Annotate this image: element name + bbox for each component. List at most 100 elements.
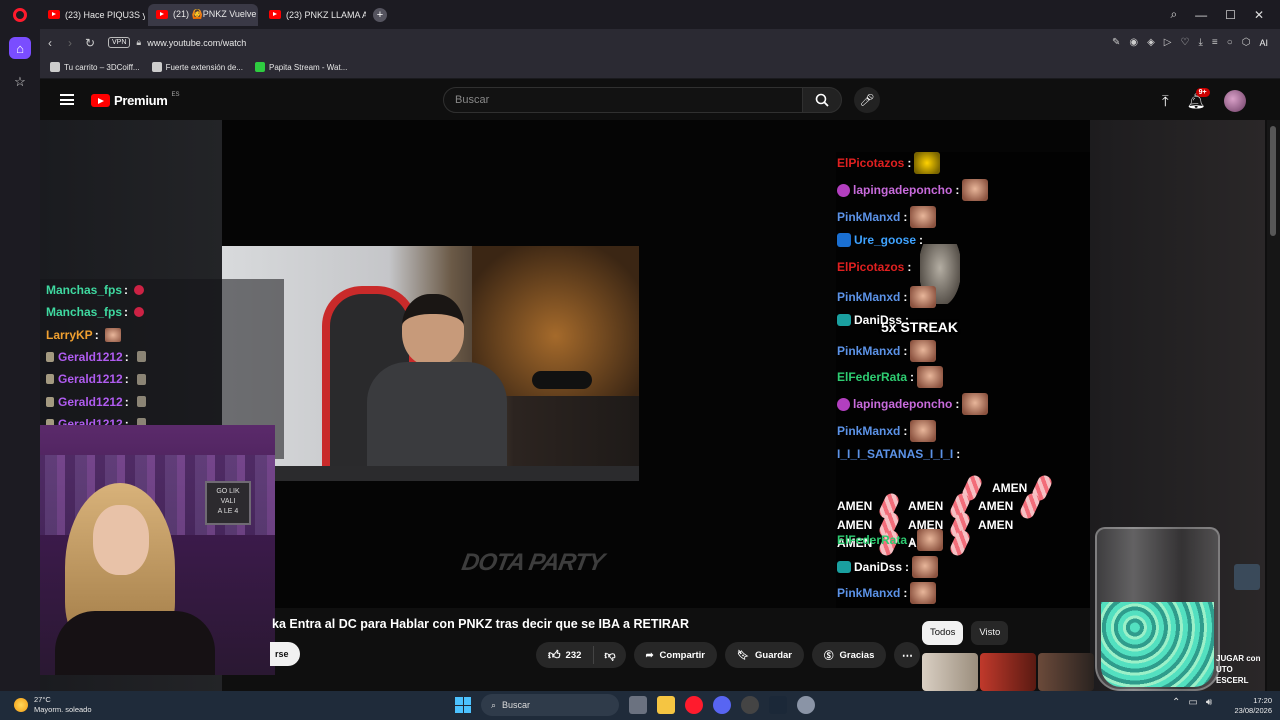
bookmark-icon: 🔖︎ — [736, 649, 750, 661]
page-scrollbar[interactable] — [1267, 120, 1280, 691]
url-field[interactable]: www.youtube.com/watch — [147, 38, 246, 48]
star-icon[interactable]: ☆ — [9, 71, 31, 93]
weather-widget[interactable]: 27°C Mayorm. soleado — [14, 695, 92, 715]
camera-icon[interactable]: ◉ — [1129, 37, 1138, 48]
chat-message: I_I_I_SATANAS_I_I_I: — [837, 447, 960, 461]
search-button[interactable] — [802, 87, 842, 113]
header-actions: ⤒ 🔔︎ 9+ — [1162, 88, 1246, 112]
chat-emote-icon — [136, 351, 146, 363]
like-dislike-group: 👍︎ 232 👎︎ — [536, 642, 626, 668]
browser-tab[interactable]: (23) PNKZ LLAMA A SU VI — [261, 4, 366, 26]
upload-icon[interactable]: ⤒ — [1162, 93, 1169, 110]
youtube-logo[interactable]: Premium ES — [91, 91, 180, 108]
chat-badge-icon — [837, 233, 851, 247]
search-input[interactable]: Buscar — [443, 87, 803, 113]
subscribe-button[interactable]: rse — [270, 642, 300, 666]
reload-icon[interactable]: ↻ — [80, 36, 100, 50]
more-dots-icon: ⋯ — [901, 649, 913, 662]
task-view-icon[interactable] — [629, 696, 647, 714]
play-icon[interactable]: ▷ — [1164, 37, 1172, 48]
tray-chevron-icon[interactable]: ⌃ — [1172, 697, 1180, 708]
minimize-icon[interactable]: — — [1195, 8, 1207, 22]
lock-icon[interactable]: 🔒︎ — [136, 37, 141, 48]
video-actions: 👍︎ 232 👎︎ ➦ Compartir 🔖︎ Guardar Ⓢ Gracias … — [536, 642, 921, 668]
chat-emote-icon — [910, 582, 937, 604]
steam-icon[interactable] — [769, 696, 787, 714]
recommended-thumbnail[interactable] — [980, 653, 1036, 691]
chat-message: Gerald1212 : — [46, 350, 146, 364]
tab-search-icon[interactable]: ⌕ — [1170, 7, 1177, 22]
thanks-button[interactable]: Ⓢ Gracias — [811, 642, 887, 668]
chatgpt-icon[interactable] — [741, 696, 759, 714]
video-player[interactable]: DOTA PARTY 5x STREAK AMEN AMEN AMEN AMEN AME… — [222, 120, 1090, 608]
chip-todos[interactable]: Todos — [922, 621, 964, 645]
taskbar-search[interactable]: ⌕ Buscar — [481, 694, 619, 716]
chat-username: ElPicotazos — [837, 156, 905, 170]
chat-message: PinkManxd: — [837, 420, 937, 442]
bookmark-item[interactable]: Tu carrito – 3DCoiff... — [50, 62, 140, 72]
recommended-thumbnail[interactable] — [1038, 653, 1094, 691]
dislike-button[interactable]: 👎︎ — [594, 649, 625, 662]
chat-username: Gerald1212 — [58, 372, 123, 387]
voice-search-icon[interactable]: 🎤︎ — [854, 87, 880, 113]
glass-contents — [1101, 602, 1214, 687]
chat-emote-icon — [962, 179, 989, 201]
heart-icon[interactable]: ♡ — [1180, 37, 1189, 48]
youtube-header: Premium ES Buscar 🎤︎ ⤒ 🔔︎ 9+ — [40, 80, 1280, 120]
ai-button[interactable]: AI — [1259, 38, 1268, 48]
vpn-badge[interactable]: VPN — [108, 37, 131, 48]
volume-icon[interactable]: 🔊︎ — [1206, 697, 1212, 708]
close-icon[interactable]: ✕ — [1254, 8, 1264, 22]
like-button[interactable]: 👍︎ 232 — [536, 646, 595, 664]
chat-badge-icon — [837, 183, 850, 197]
profile-icon[interactable]: ○ — [1227, 37, 1233, 48]
youtube-region-code: ES — [171, 91, 180, 98]
side-thumbnail[interactable] — [1234, 564, 1260, 590]
discord-icon[interactable] — [713, 696, 731, 714]
chat-colon: : — [124, 394, 129, 409]
avatar[interactable] — [1223, 90, 1246, 112]
browser-tab-label: (23) PNKZ LLAMA A SU VI — [286, 9, 366, 20]
save-button[interactable]: 🔖︎ Guardar — [724, 642, 804, 668]
opera-browser-icon[interactable] — [685, 696, 703, 714]
hamburger-menu-icon[interactable] — [60, 94, 74, 105]
bookmark-item[interactable]: Papita Stream - Wat... — [254, 62, 348, 72]
download-icon[interactable]: ⤓ — [1198, 37, 1202, 48]
monitor-icon[interactable]: ▭ — [1188, 697, 1197, 708]
weather-text: 27°C Mayorm. soleado — [34, 695, 92, 715]
more-actions-button[interactable]: ⋯ — [894, 642, 921, 668]
new-tab-button[interactable]: + — [373, 7, 387, 22]
scrollbar-thumb[interactable] — [1270, 126, 1276, 236]
back-icon[interactable]: ‹ — [40, 36, 60, 50]
browser-tab-bar: (23) Hace PIQU3S y... (21) 🙆PNKZ Vuelve c… — [0, 0, 1280, 29]
bookmark-item[interactable]: Fuerte extensión de... — [151, 62, 243, 72]
file-explorer-icon[interactable] — [657, 696, 675, 714]
windows-start-icon[interactable] — [455, 697, 471, 713]
youtube-favicon-icon — [269, 10, 281, 19]
bookmark-label: Papita Stream - Wat... — [268, 62, 348, 72]
opera-logo-icon[interactable] — [0, 0, 40, 29]
chat-message: PinkManxd: — [837, 206, 937, 228]
reactor-face — [93, 505, 149, 575]
extensions-icon[interactable]: ⬡ — [1242, 37, 1251, 48]
side-overlay-text: JUGAR con UTO ESCERL — [1216, 654, 1261, 685]
recommended-thumbnail[interactable] — [922, 653, 978, 691]
chat-emote-icon — [912, 556, 939, 578]
chat-emote-icon — [134, 307, 145, 318]
browser-tab[interactable]: (21) 🙆PNKZ Vuelve c — [148, 3, 258, 26]
forward-icon[interactable]: › — [60, 36, 80, 50]
notifications-bell-icon[interactable]: 🔔︎ 9+ — [1187, 88, 1210, 110]
maximize-icon[interactable]: ☐ — [1225, 8, 1236, 22]
settings-gear-icon[interactable] — [797, 696, 815, 714]
reactor-top — [55, 611, 215, 675]
chat-username: Gerald1212 — [58, 349, 123, 364]
edit-icon[interactable]: ✎ — [1112, 37, 1120, 48]
chat-username: ElFederRata — [837, 533, 908, 547]
system-clock[interactable]: 17:20 23/08/2026 — [1226, 696, 1272, 716]
share-button[interactable]: ➦ Compartir — [633, 642, 717, 668]
home-icon[interactable]: ⌂ — [9, 37, 31, 59]
shield-icon[interactable]: ◈ — [1147, 37, 1155, 48]
menu-icon[interactable]: ≡ — [1212, 37, 1218, 48]
chip-visto[interactable]: Visto — [971, 621, 1009, 645]
browser-tab[interactable]: (23) Hace PIQU3S y... — [40, 4, 145, 26]
